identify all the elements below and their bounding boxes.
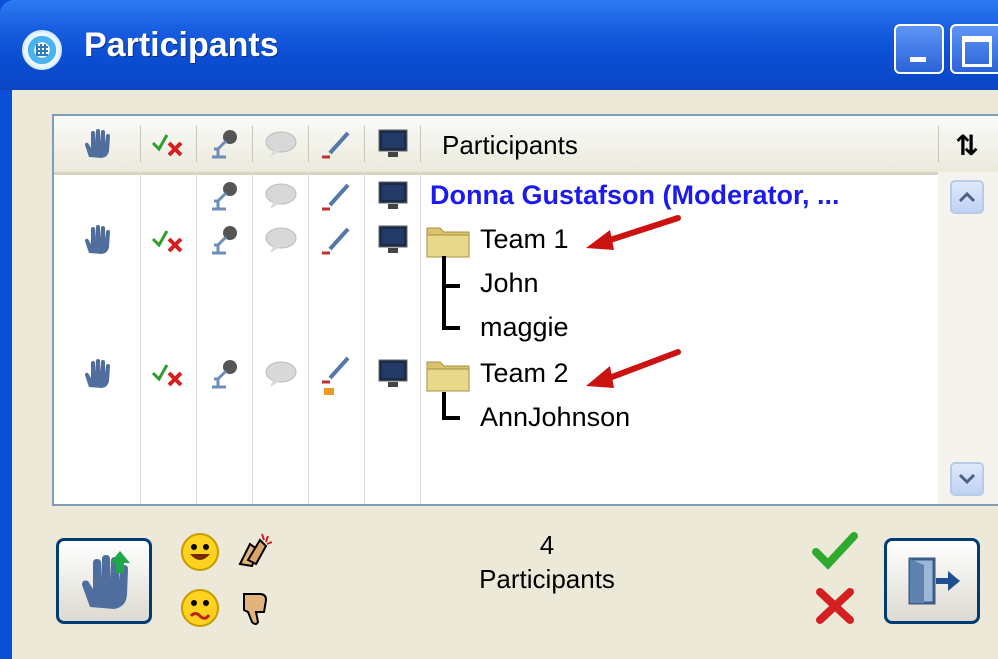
microphone-icon[interactable] — [198, 218, 252, 262]
participant-row-moderator[interactable]: Donna Gustafson (Moderator, ... — [54, 174, 934, 218]
raise-hand-button[interactable] — [56, 538, 152, 624]
yes-no-icon[interactable] — [142, 352, 196, 396]
participant-row-member[interactable]: John — [54, 256, 934, 306]
monitor-icon[interactable] — [366, 218, 420, 262]
participant-name[interactable]: John — [480, 268, 539, 299]
folder-icon — [426, 361, 470, 392]
title-bar[interactable]: Participants — [0, 0, 998, 90]
participants-column-header[interactable]: Participants — [442, 130, 578, 161]
scroll-down-button[interactable] — [950, 462, 984, 496]
participant-count: 4 Participants — [462, 528, 632, 596]
team-name[interactable]: Team 2 — [480, 358, 569, 389]
red-x-icon[interactable] — [814, 586, 856, 626]
hand-column-header[interactable] — [54, 116, 140, 172]
scroll-up-button[interactable] — [950, 180, 984, 214]
hand-icon[interactable] — [70, 352, 124, 396]
chevron-down-icon — [958, 473, 976, 485]
chevron-up-icon — [958, 191, 976, 203]
participant-row-member[interactable]: AnnJohnson — [54, 392, 934, 440]
pen-column-header[interactable] — [310, 116, 364, 172]
participants-grid: Participants ⇅ Donna Gustafson (Moderato… — [52, 114, 998, 506]
smiley-icon[interactable] — [180, 532, 220, 572]
participant-name[interactable]: Donna Gustafson (Moderator, ... — [430, 180, 840, 211]
participant-name[interactable]: maggie — [480, 312, 569, 343]
yes-no-column-header[interactable] — [142, 116, 196, 172]
yes-no-icon[interactable] — [142, 218, 196, 262]
monitor-column-header[interactable] — [366, 116, 420, 172]
green-check-icon[interactable] — [812, 532, 858, 572]
chat-bubble-icon[interactable] — [254, 218, 308, 262]
raise-hand-icon — [82, 551, 130, 609]
hand-icon[interactable] — [70, 218, 124, 262]
microphone-icon[interactable] — [198, 174, 252, 218]
folder-icon — [426, 227, 470, 258]
client-area: Participants ⇅ Donna Gustafson (Moderato… — [12, 90, 998, 659]
pen-icon[interactable] — [310, 218, 364, 262]
hand-icon — [85, 129, 110, 158]
annotation-arrow-icon — [586, 215, 681, 250]
sort-up-down-icon[interactable]: ⇅ — [948, 126, 986, 164]
chat-bubble-icon[interactable] — [254, 352, 308, 396]
chat-column-header[interactable] — [254, 116, 308, 172]
maximize-button[interactable] — [950, 24, 998, 74]
minimize-button[interactable] — [894, 24, 944, 74]
grid-header: Participants ⇅ — [54, 116, 998, 175]
vertical-scrollbar[interactable] — [938, 172, 998, 504]
microphone-icon — [212, 130, 237, 159]
microphone-icon[interactable] — [198, 352, 252, 396]
participant-count-number: 4 — [539, 530, 555, 560]
participant-count-label: Participants — [479, 564, 615, 594]
participant-row-team[interactable]: Team 1 — [54, 218, 934, 262]
chat-bubble-icon — [265, 131, 297, 157]
pen-icon[interactable] — [310, 174, 364, 218]
window-title: Participants — [84, 26, 279, 64]
pen-icon — [322, 131, 350, 159]
microphone-column-header[interactable] — [198, 116, 252, 172]
applause-icon[interactable] — [234, 530, 274, 570]
participant-row-team[interactable]: Team 2 — [54, 352, 934, 396]
yes-no-icon — [151, 134, 183, 157]
app-globe-icon — [22, 30, 62, 70]
participants-window: Participants Participants ⇅ Donna Gustaf… — [0, 0, 998, 659]
monitor-icon — [378, 129, 408, 157]
annotation-arrow-icon — [586, 349, 681, 388]
chat-bubble-icon[interactable] — [254, 174, 308, 218]
participant-row-member[interactable]: maggie — [54, 286, 934, 350]
team-name[interactable]: Team 1 — [480, 224, 569, 255]
exit-door-icon — [908, 557, 960, 605]
exit-door-button[interactable] — [884, 538, 980, 624]
monitor-icon[interactable] — [366, 174, 420, 218]
monitor-icon[interactable] — [366, 352, 420, 396]
pen-icon[interactable] — [310, 352, 364, 396]
participant-name[interactable]: AnnJohnson — [480, 402, 630, 433]
thumbs-down-icon[interactable] — [234, 588, 274, 628]
confused-icon[interactable] — [180, 588, 220, 628]
